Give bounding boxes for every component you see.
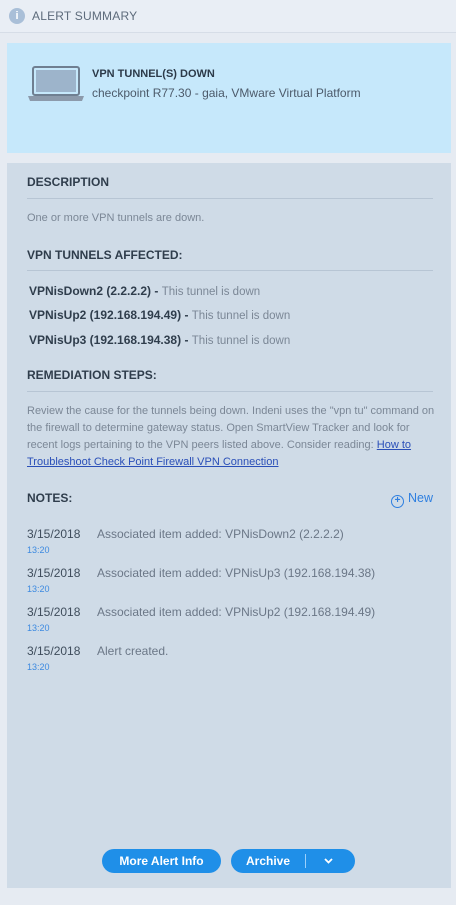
divider bbox=[27, 198, 433, 199]
plus-circle-icon: + bbox=[391, 495, 404, 508]
note-message: Associated item added: VPNisUp3 (192.168… bbox=[97, 566, 376, 580]
note-date: 3/15/2018 bbox=[27, 566, 81, 580]
more-alert-info-button[interactable]: More Alert Info bbox=[102, 849, 221, 873]
tunnel-separator: - bbox=[184, 308, 189, 322]
note-date: 3/15/2018 bbox=[27, 527, 81, 541]
notes-heading: NOTES: bbox=[27, 491, 73, 505]
remediation-heading: REMEDIATION STEPS: bbox=[27, 368, 157, 382]
note-message: Alert created. bbox=[97, 644, 169, 658]
tunnel-name: VPNisDown2 (2.2.2.2) bbox=[29, 284, 152, 298]
note-item: 3/15/2018 13:20 Alert created. bbox=[27, 644, 437, 674]
info-icon: i bbox=[9, 8, 25, 24]
archive-label: Archive bbox=[246, 854, 291, 868]
note-item: 3/15/2018 13:20 Associated item added: V… bbox=[27, 527, 437, 557]
remediation-text: Review the cause for the tunnels being d… bbox=[27, 403, 437, 471]
note-message: Associated item added: VPNisUp2 (192.168… bbox=[97, 605, 376, 619]
note-item: 3/15/2018 13:20 Associated item added: V… bbox=[27, 605, 437, 635]
note-date: 3/15/2018 bbox=[27, 605, 81, 619]
note-time: 13:20 bbox=[27, 545, 50, 555]
alert-card: VPN TUNNEL(S) DOWN checkpoint R77.30 - g… bbox=[7, 43, 451, 153]
alert-details-panel: DESCRIPTION One or more VPN tunnels are … bbox=[7, 163, 451, 888]
note-item: 3/15/2018 13:20 Associated item added: V… bbox=[27, 566, 437, 596]
remediation-body: Review the cause for the tunnels being d… bbox=[27, 405, 435, 451]
new-note-button[interactable]: + New bbox=[391, 491, 433, 508]
note-date: 3/15/2018 bbox=[27, 644, 81, 658]
note-time: 13:20 bbox=[27, 623, 50, 633]
tunnel-status: This tunnel is down bbox=[191, 310, 291, 322]
divider bbox=[27, 391, 433, 392]
tunnel-status: This tunnel is down bbox=[161, 286, 261, 298]
divider bbox=[27, 270, 433, 271]
laptop-icon bbox=[28, 66, 84, 101]
tunnel-row: VPNisDown2 (2.2.2.2) - This tunnel is do… bbox=[29, 284, 260, 298]
tunnel-separator: - bbox=[184, 333, 189, 347]
note-message: Associated item added: VPNisDown2 (2.2.2… bbox=[97, 527, 344, 541]
description-heading: DESCRIPTION bbox=[27, 175, 110, 189]
tunnel-separator: - bbox=[154, 284, 159, 298]
note-time: 13:20 bbox=[27, 662, 50, 672]
new-note-label: New bbox=[408, 491, 434, 505]
tunnel-status: This tunnel is down bbox=[191, 335, 291, 347]
button-divider bbox=[305, 854, 306, 868]
archive-button[interactable]: Archive bbox=[231, 849, 355, 873]
alert-summary-header: i ALERT SUMMARY bbox=[0, 0, 456, 33]
alert-name: VPN TUNNEL(S) DOWN bbox=[92, 68, 215, 80]
description-text: One or more VPN tunnels are down. bbox=[27, 212, 205, 224]
tunnels-heading: VPN TUNNELS AFFECTED: bbox=[27, 248, 183, 262]
tunnel-row: VPNisUp3 (192.168.194.38) - This tunnel … bbox=[29, 333, 290, 347]
alert-summary-title: ALERT SUMMARY bbox=[32, 9, 138, 23]
tunnel-name: VPNisUp3 (192.168.194.38) bbox=[29, 333, 182, 347]
tunnel-name: VPNisUp2 (192.168.194.49) bbox=[29, 308, 182, 322]
chevron-down-icon[interactable] bbox=[324, 856, 333, 865]
tunnel-row: VPNisUp2 (192.168.194.49) - This tunnel … bbox=[29, 308, 290, 322]
note-time: 13:20 bbox=[27, 584, 50, 594]
alert-device: checkpoint R77.30 - gaia, VMware Virtual… bbox=[92, 86, 361, 100]
